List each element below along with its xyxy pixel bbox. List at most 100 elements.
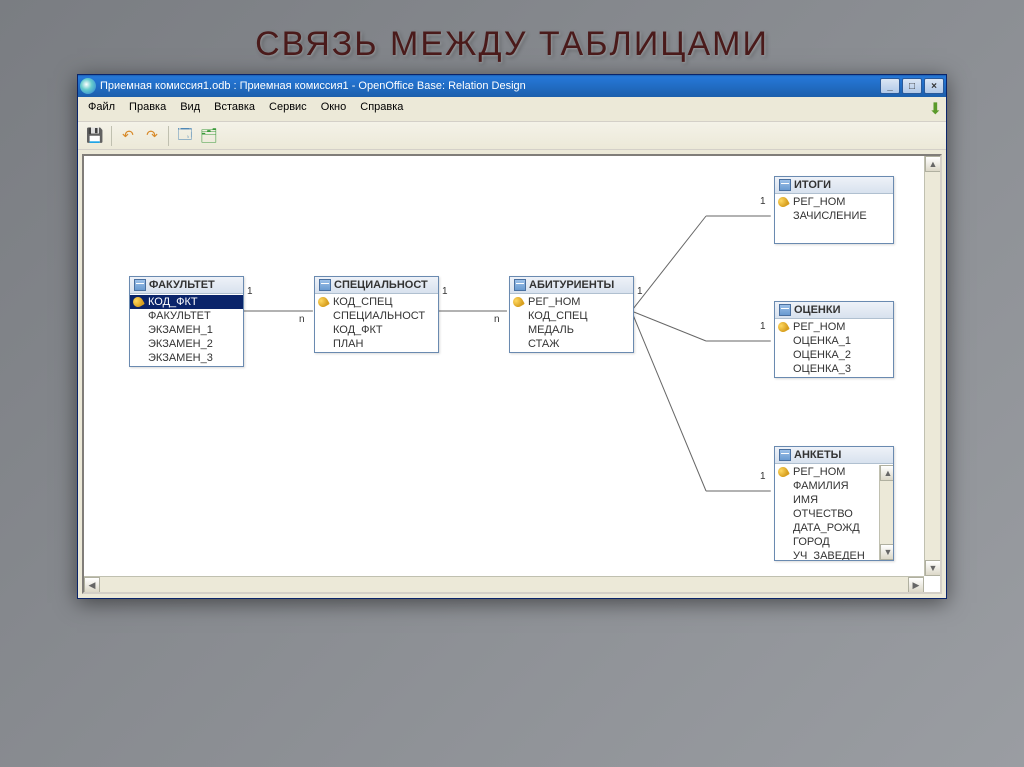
table-icon [514, 279, 526, 291]
table-title[interactable]: ИТОГИ [775, 177, 893, 194]
cardinality-one: 1 [247, 286, 253, 297]
field-row[interactable]: ОТЧЕСТВО [775, 507, 879, 521]
field-row[interactable]: ПЛАН [315, 337, 438, 351]
table-fields: РЕГ_НОМ ОЦЕНКА_1 ОЦЕНКА_2 ОЦЕНКА_3 [775, 319, 893, 377]
field-row[interactable]: ГОРОД [775, 535, 879, 549]
table-fields: РЕГ_НОМ ЗАЧИСЛЕНИЕ [775, 194, 893, 243]
table-title-text: ФАКУЛЬТЕТ [149, 279, 215, 291]
table-ankety[interactable]: АНКЕТЫ РЕГ_НОМ ФАМИЛИЯ ИМЯ ОТЧЕСТВО ДАТА… [774, 446, 894, 561]
cardinality-one: 1 [760, 196, 766, 207]
menu-edit[interactable]: Правка [123, 99, 172, 119]
field-row[interactable]: РЕГ_НОМ [775, 195, 893, 209]
scroll-up-button[interactable]: ▲ [880, 465, 894, 481]
table-title[interactable]: ФАКУЛЬТЕТ [130, 277, 243, 294]
field-row[interactable]: ЭКЗАМЕН_2 [130, 337, 243, 351]
table-fields: РЕГ_НОМ КОД_СПЕЦ МЕДАЛЬ СТАЖ [510, 294, 633, 352]
close-button[interactable]: × [924, 78, 944, 94]
field-row[interactable]: КОД_СПЕЦ [510, 309, 633, 323]
menubar: Файл Правка Вид Вставка Сервис Окно Спра… [78, 97, 946, 122]
table-title-text: СПЕЦИАЛЬНОСТ [334, 279, 428, 291]
inner-scrollbar[interactable]: ▲ ▼ [879, 465, 893, 560]
field-row[interactable]: ЭКЗАМЕН_1 [130, 323, 243, 337]
undo-button[interactable]: ↶ [117, 125, 139, 147]
cardinality-one: 1 [760, 321, 766, 332]
new-relation-button[interactable]: 🗔 [174, 125, 196, 147]
field-row[interactable]: РЕГ_НОМ [775, 320, 893, 334]
table-icon [779, 304, 791, 316]
menu-window[interactable]: Окно [315, 99, 353, 119]
table-title[interactable]: ОЦЕНКИ [775, 302, 893, 319]
table-abiturienty[interactable]: АБИТУРИЕНТЫ РЕГ_НОМ КОД_СПЕЦ МЕДАЛЬ СТАЖ [509, 276, 634, 353]
table-ocenki[interactable]: ОЦЕНКИ РЕГ_НОМ ОЦЕНКА_1 ОЦЕНКА_2 ОЦЕНКА_… [774, 301, 894, 378]
table-title-text: ОЦЕНКИ [794, 304, 841, 316]
menu-insert[interactable]: Вставка [208, 99, 261, 119]
field-row[interactable]: РЕГ_НОМ [775, 465, 879, 479]
table-icon [319, 279, 331, 291]
canvas-area: ФАКУЛЬТЕТ КОД_ФКТ ФАКУЛЬТЕТ ЭКЗАМЕН_1 ЭК… [82, 154, 942, 594]
field-row[interactable]: ОЦЕНКА_1 [775, 334, 893, 348]
add-tables-button[interactable]: 🗂 [198, 125, 220, 147]
table-title[interactable]: АБИТУРИЕНТЫ [510, 277, 633, 294]
window-title: Приемная комиссия1.odb : Приемная комисс… [100, 80, 880, 92]
menu-file[interactable]: Файл [82, 99, 121, 119]
cardinality-one: 1 [760, 471, 766, 482]
titlebar[interactable]: Приемная комиссия1.odb : Приемная комисс… [78, 75, 946, 97]
field-row[interactable]: ЗАЧИСЛЕНИЕ [775, 209, 893, 223]
field-row[interactable]: РЕГ_НОМ [510, 295, 633, 309]
redo-button[interactable]: ↷ [141, 125, 163, 147]
table-specialnost[interactable]: СПЕЦИАЛЬНОСТ КОД_СПЕЦ СПЕЦИАЛЬНОСТ КОД_Ф… [314, 276, 439, 353]
field-row[interactable]: СПЕЦИАЛЬНОСТ [315, 309, 438, 323]
field-row[interactable]: УЧ_ЗАВЕДЕН [775, 549, 879, 561]
cardinality-one: 1 [637, 286, 643, 297]
table-title[interactable]: СПЕЦИАЛЬНОСТ [315, 277, 438, 294]
field-row[interactable]: ОЦЕНКА_2 [775, 348, 893, 362]
table-itogi[interactable]: ИТОГИ РЕГ_НОМ ЗАЧИСЛЕНИЕ [774, 176, 894, 244]
minimize-button[interactable]: _ [880, 78, 900, 94]
app-icon [80, 78, 96, 94]
table-title-text: АБИТУРИЕНТЫ [529, 279, 614, 291]
field-row[interactable]: ОЦЕНКА_3 [775, 362, 893, 376]
table-title-text: АНКЕТЫ [794, 449, 841, 461]
toolbar: 💾 ↶ ↷ 🗔 🗂 [78, 122, 946, 150]
vertical-scrollbar[interactable]: ▲ ▼ [924, 156, 940, 576]
field-row[interactable]: ФАМИЛИЯ [775, 479, 879, 493]
field-row[interactable]: КОД_СПЕЦ [315, 295, 438, 309]
field-row[interactable]: ИМЯ [775, 493, 879, 507]
table-fields: КОД_СПЕЦ СПЕЦИАЛЬНОСТ КОД_ФКТ ПЛАН [315, 294, 438, 352]
field-row[interactable]: КОД_ФКТ [130, 295, 243, 309]
scroll-down-button[interactable]: ▼ [925, 560, 941, 576]
table-icon [779, 179, 791, 191]
table-title[interactable]: АНКЕТЫ [775, 447, 893, 464]
field-row[interactable]: МЕДАЛЬ [510, 323, 633, 337]
table-fakultet[interactable]: ФАКУЛЬТЕТ КОД_ФКТ ФАКУЛЬТЕТ ЭКЗАМЕН_1 ЭК… [129, 276, 244, 367]
menu-help[interactable]: Справка [354, 99, 409, 119]
field-row[interactable]: ФАКУЛЬТЕТ [130, 309, 243, 323]
download-icon[interactable]: ⬇ [929, 99, 942, 119]
relation-canvas[interactable]: ФАКУЛЬТЕТ КОД_ФКТ ФАКУЛЬТЕТ ЭКЗАМЕН_1 ЭК… [84, 156, 924, 576]
cardinality-many: n [494, 314, 500, 325]
field-row[interactable]: КОД_ФКТ [315, 323, 438, 337]
toolbar-separator [168, 126, 169, 146]
save-button[interactable]: 💾 [84, 125, 106, 147]
cardinality-many: n [299, 314, 305, 325]
scroll-left-button[interactable]: ◀ [84, 577, 100, 593]
cardinality-one: 1 [442, 286, 448, 297]
table-title-text: ИТОГИ [794, 179, 831, 191]
maximize-button[interactable]: □ [902, 78, 922, 94]
menu-tools[interactable]: Сервис [263, 99, 313, 119]
horizontal-scrollbar[interactable]: ◀ ▶ [84, 576, 924, 592]
menu-view[interactable]: Вид [174, 99, 206, 119]
table-fields: КОД_ФКТ ФАКУЛЬТЕТ ЭКЗАМЕН_1 ЭКЗАМЕН_2 ЭК… [130, 294, 243, 366]
field-row[interactable]: СТАЖ [510, 337, 633, 351]
field-row[interactable]: ДАТА_РОЖД [775, 521, 879, 535]
slide-title: СВЯЗЬ МЕЖДУ ТАБЛИЦАМИ [0, 0, 1024, 74]
app-window: Приемная комиссия1.odb : Приемная комисс… [77, 74, 947, 599]
table-icon [779, 449, 791, 461]
scroll-up-button[interactable]: ▲ [925, 156, 941, 172]
scroll-down-button[interactable]: ▼ [880, 544, 894, 560]
field-row[interactable]: ЭКЗАМЕН_3 [130, 351, 243, 365]
table-icon [134, 279, 146, 291]
table-fields: РЕГ_НОМ ФАМИЛИЯ ИМЯ ОТЧЕСТВО ДАТА_РОЖД Г… [775, 464, 893, 561]
scroll-right-button[interactable]: ▶ [908, 577, 924, 593]
toolbar-separator [111, 126, 112, 146]
